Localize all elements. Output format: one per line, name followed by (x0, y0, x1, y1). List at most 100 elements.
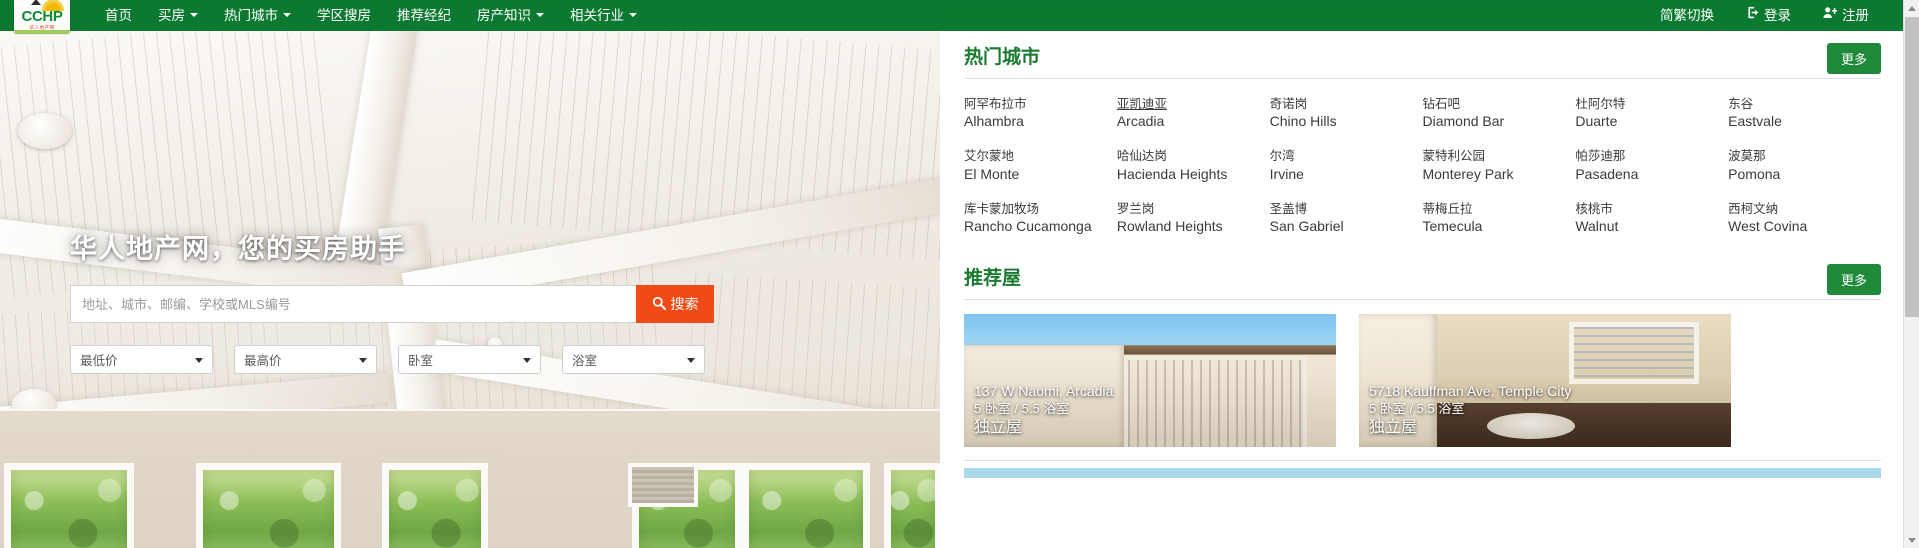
scroll-up-button[interactable] (1904, 0, 1919, 16)
hot-city-name-cn: 罗兰岗 (1116, 201, 1155, 216)
nav-item-language-toggle[interactable]: 简繁切换 (1644, 0, 1730, 31)
hot-city-name-cn: 钻石吧 (1422, 97, 1460, 111)
hot-city-item[interactable]: 艾尔蒙地 El Monte (964, 148, 1117, 182)
featured-section: 推荐屋 更多 137 W Naomi, Arcadia 5 卧室 / 5.5 浴… (940, 252, 1905, 448)
scroll-down-button[interactable] (1904, 532, 1919, 548)
nav-item-buy[interactable]: 买房 (145, 0, 211, 31)
hero-search-bar: 搜索 (70, 285, 714, 323)
chevron-down-icon (523, 358, 531, 363)
hot-city-name-cn: 帕莎迪那 (1575, 149, 1626, 164)
hot-city-item[interactable]: 波莫那 Pomona (1728, 148, 1881, 182)
hot-city-name-cn: 尔湾 (1269, 149, 1295, 164)
user-plus-icon (1823, 0, 1837, 30)
site-logo[interactable]: CCHP 华人地产网 (14, 0, 70, 34)
nav-item-home[interactable]: 首页 (92, 0, 145, 31)
hot-city-item[interactable]: 蒙特利公园 Monterey Park (1422, 148, 1575, 182)
nav-item-school-search[interactable]: 学区搜房 (304, 0, 384, 31)
hero-headline: 华人地产网，您的买房助手 (70, 234, 406, 264)
hot-city-name-en: Rancho Cucamonga (964, 218, 1092, 235)
featured-header: 推荐屋 更多 (964, 252, 1881, 301)
chevron-down-icon (195, 358, 203, 363)
sign-in-icon (1746, 0, 1759, 30)
hot-city-name-cn: 杜阿尔特 (1575, 97, 1626, 111)
chevron-down-icon (687, 358, 695, 363)
hot-city-name-cn: 奇诺岗 (1269, 97, 1308, 111)
login-label: 登录 (1764, 7, 1791, 23)
house-roof-icon (31, 0, 41, 5)
nav-item-industries[interactable]: 相关行业 (557, 0, 650, 31)
hot-city-item[interactable]: 帕莎迪那 Pasadena (1575, 148, 1728, 182)
nav-item-knowledge[interactable]: 房产知识 (464, 0, 557, 31)
hot-city-item[interactable]: 杜阿尔特 Duarte (1575, 96, 1728, 130)
nav-item-hot-cities[interactable]: 热门城市 (211, 0, 304, 31)
hot-city-item[interactable]: 亚凯迪亚 Arcadia (1117, 96, 1270, 130)
hot-city-name-en: El Monte (964, 165, 1020, 182)
nav-item-login[interactable]: 登录 (1730, 0, 1807, 31)
scrollbar-thumb[interactable] (1905, 17, 1919, 317)
primary-nav: 首页 买房 热门城市 学区搜房 推荐经纪 房产知识 相关行业 (92, 0, 650, 31)
hot-city-item[interactable]: 核桃市 Walnut (1575, 201, 1728, 235)
hot-city-name-en: Monterey Park (1422, 165, 1514, 182)
nav-label: 学区搜房 (317, 8, 371, 23)
hot-city-name-cn: 蒙特利公园 (1422, 149, 1485, 164)
featured-cards: 137 W Naomi, Arcadia 5 卧室 / 5.5 浴室 独立屋 5… (964, 300, 1881, 448)
next-section-divider (964, 460, 1881, 479)
hot-city-item[interactable]: 奇诺岗 Chino Hills (1270, 96, 1423, 130)
hot-city-name-cn: 西柯文纳 (1728, 201, 1779, 216)
nav-label: 首页 (105, 8, 132, 23)
hot-city-item[interactable]: 蒂梅丘拉 Temecula (1422, 201, 1575, 235)
hero-filters: 最低价 最高价 卧室 浴室 (70, 345, 730, 374)
nav-item-register[interactable]: 注册 (1807, 0, 1885, 31)
filter-bathrooms[interactable]: 浴室 (562, 345, 705, 374)
hot-city-name-cn: 艾尔蒙地 (964, 149, 1015, 164)
hot-city-name-en: Alhambra (964, 113, 1024, 130)
filter-max-price[interactable]: 最高价 (234, 345, 377, 374)
hot-city-name-en: Eastvale (1728, 113, 1782, 130)
nav-label: 推荐经纪 (397, 8, 451, 23)
hot-city-name-en: Arcadia (1116, 113, 1165, 130)
hot-cities-more-button[interactable]: 更多 (1826, 43, 1881, 74)
hot-city-item[interactable]: 库卡蒙加牧场 Rancho Cucamonga (964, 201, 1117, 235)
hot-city-item[interactable]: 罗兰岗 Rowland Heights (1117, 201, 1270, 235)
chevron-down-icon (359, 358, 367, 363)
hot-city-name-en: Diamond Bar (1422, 113, 1505, 130)
filter-min-price[interactable]: 最低价 (70, 345, 213, 374)
top-navbar: CCHP 华人地产网 首页 买房 热门城市 学区搜房 推荐经纪 房产知识 相关行… (0, 0, 1919, 34)
property-card[interactable]: 137 W Naomi, Arcadia 5 卧室 / 5.5 浴室 独立屋 (964, 314, 1336, 448)
search-input[interactable] (70, 285, 636, 323)
hot-city-name-cn: 东谷 (1728, 97, 1754, 111)
window-blind (628, 463, 698, 507)
hot-city-name-en: Pomona (1728, 165, 1781, 182)
hot-city-item[interactable]: 尔湾 Irvine (1270, 148, 1423, 182)
filter-bedrooms[interactable]: 卧室 (398, 345, 541, 374)
search-button[interactable]: 搜索 (636, 285, 714, 323)
hot-city-item[interactable]: 阿罕布拉市 Alhambra (964, 96, 1117, 130)
chevron-down-icon (1908, 537, 1916, 543)
hot-city-item[interactable]: 钻石吧 Diamond Bar (1422, 96, 1575, 130)
hot-city-name-cn: 圣盖博 (1269, 201, 1308, 216)
logo-band (14, 29, 70, 34)
hot-city-item[interactable]: 哈仙达岗 Hacienda Heights (1117, 148, 1270, 182)
hot-city-name-en: Rowland Heights (1116, 218, 1223, 235)
nav-label: 房产知识 (477, 8, 531, 23)
language-toggle-label: 简繁切换 (1660, 8, 1714, 23)
property-address: 5718 Kauffman Ave, Temple City (1369, 383, 1572, 400)
hot-city-name-cn: 蒂梅丘拉 (1422, 201, 1473, 216)
search-button-label: 搜索 (670, 296, 699, 312)
filter-label: 浴室 (572, 354, 598, 368)
hot-cities-header: 热门城市 更多 (964, 31, 1881, 79)
page-scrollbar[interactable] (1903, 0, 1919, 548)
property-card[interactable]: 5718 Kauffman Ave, Temple City 5 卧室 / 5.… (1359, 314, 1731, 448)
hot-city-item[interactable]: 西柯文纳 West Covina (1728, 201, 1881, 235)
hot-city-name-cn: 阿罕布拉市 (964, 97, 1027, 111)
featured-title: 推荐屋 (964, 268, 1022, 290)
featured-more-button[interactable]: 更多 (1826, 264, 1881, 296)
next-section-banner (964, 468, 1881, 479)
nav-item-agents[interactable]: 推荐经纪 (384, 0, 464, 31)
utility-nav: 简繁切换 登录 注册 (1644, 0, 1919, 31)
page-root: CCHP 华人地产网 首页 买房 热门城市 学区搜房 推荐经纪 房产知识 相关行… (0, 0, 1919, 548)
hot-city-item[interactable]: 东谷 Eastvale (1728, 96, 1881, 130)
hero-banner: 华人地产网，您的买房助手 搜索 最低价 最高价 (0, 31, 940, 548)
property-beds-baths: 5 卧室 / 5.5 浴室 (974, 401, 1070, 417)
hot-city-item[interactable]: 圣盖博 San Gabriel (1270, 201, 1423, 235)
